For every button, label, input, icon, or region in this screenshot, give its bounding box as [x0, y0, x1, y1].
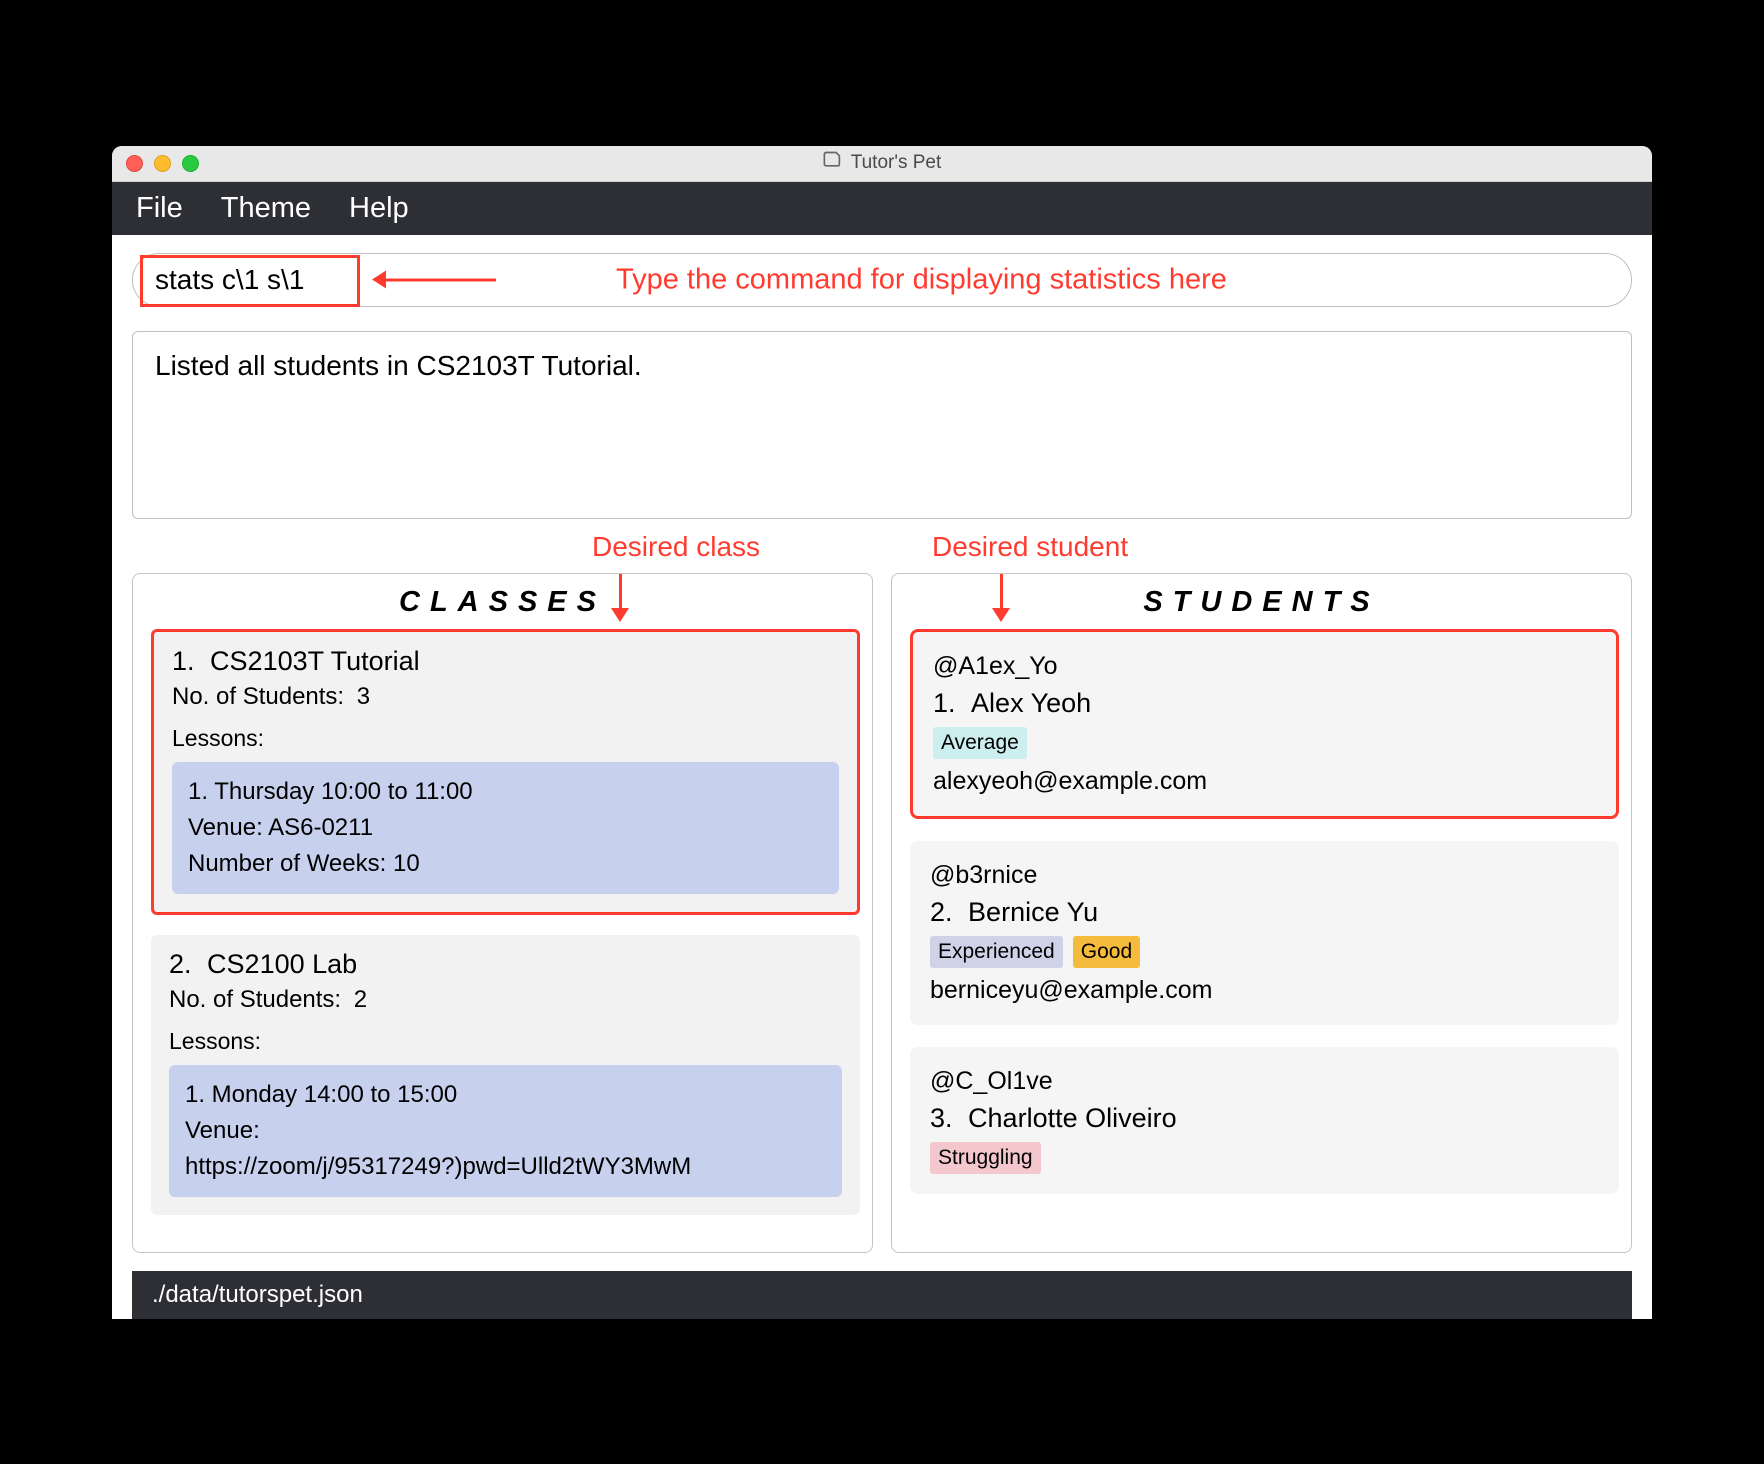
statusbar: ./data/tutorspet.json	[132, 1271, 1632, 1319]
tag-average: Average	[933, 727, 1027, 759]
window-title: Tutor's Pet	[823, 150, 942, 176]
menu-file[interactable]: File	[136, 192, 183, 225]
student-tags: Average	[933, 727, 1596, 759]
lesson-card: 1. Thursday 10:00 to 11:00 Venue: AS6-02…	[172, 762, 839, 894]
lesson-time: 1. Monday 14:00 to 15:00	[185, 1077, 826, 1113]
app-window: Tutor's Pet File Theme Help Type the com…	[112, 146, 1652, 1319]
student-name: 2. Bernice Yu	[930, 893, 1599, 932]
minimize-icon[interactable]	[154, 155, 171, 172]
lessons-label: Lessons:	[169, 1028, 842, 1055]
menubar: File Theme Help	[112, 182, 1652, 235]
student-name: 3. Charlotte Oliveiro	[930, 1099, 1599, 1138]
student-card[interactable]: @C_Ol1ve 3. Charlotte Oliveiro Strugglin…	[910, 1047, 1619, 1195]
zoom-icon[interactable]	[182, 155, 199, 172]
class-card[interactable]: 2. CS2100 Lab No. of Students: 2 Lessons…	[151, 935, 860, 1215]
command-row: Type the command for displaying statisti…	[132, 253, 1632, 307]
class-card[interactable]: 1. CS2103T Tutorial No. of Students: 3 L…	[151, 629, 860, 915]
command-input[interactable]	[132, 253, 1632, 307]
student-email: berniceyu@example.com	[930, 972, 1599, 1008]
annotation-row: Desired class Desired student	[132, 531, 1632, 571]
class-student-count: No. of Students: 3	[172, 683, 839, 711]
student-tags: Experienced Good	[930, 936, 1599, 968]
student-handle: @C_Ol1ve	[930, 1063, 1599, 1099]
class-title: 2. CS2100 Lab	[169, 949, 842, 980]
student-handle: @A1ex_Yo	[933, 648, 1596, 684]
class-title: 1. CS2103T Tutorial	[172, 646, 839, 677]
students-heading: STUDENTS	[892, 574, 1631, 629]
students-list[interactable]: @A1ex_Yo 1. Alex Yeoh Average alexyeoh@e…	[892, 629, 1631, 1252]
student-handle: @b3rnice	[930, 857, 1599, 893]
lesson-time: 1. Thursday 10:00 to 11:00	[188, 774, 823, 810]
student-email: alexyeoh@example.com	[933, 763, 1596, 799]
result-display: Listed all students in CS2103T Tutorial.	[132, 331, 1632, 519]
student-card[interactable]: @A1ex_Yo 1. Alex Yeoh Average alexyeoh@e…	[910, 629, 1619, 819]
tag-experienced: Experienced	[930, 936, 1063, 968]
titlebar: Tutor's Pet	[112, 146, 1652, 182]
statusbar-text: ./data/tutorspet.json	[152, 1281, 363, 1308]
tag-struggling: Struggling	[930, 1142, 1041, 1174]
lesson-weeks: Number of Weeks: 10	[188, 846, 823, 882]
annotation-desired-class: Desired class	[592, 531, 760, 563]
tag-good: Good	[1073, 936, 1140, 968]
columns: CLASSES 1. CS2103T Tutorial No. of Stude…	[132, 573, 1632, 1253]
students-panel: STUDENTS @A1ex_Yo 1. Alex Yeoh Average a…	[891, 573, 1632, 1253]
lessons-label: Lessons:	[172, 725, 839, 752]
lesson-card: 1. Monday 14:00 to 15:00 Venue: https://…	[169, 1065, 842, 1197]
classes-panel: CLASSES 1. CS2103T Tutorial No. of Stude…	[132, 573, 873, 1253]
student-name: 1. Alex Yeoh	[933, 684, 1596, 723]
traffic-lights	[126, 155, 199, 172]
classes-list[interactable]: 1. CS2103T Tutorial No. of Students: 3 L…	[133, 629, 872, 1252]
lesson-venue: Venue: AS6-0211	[188, 810, 823, 846]
classes-heading: CLASSES	[133, 574, 872, 629]
app-icon	[823, 150, 843, 176]
result-text: Listed all students in CS2103T Tutorial.	[155, 350, 642, 381]
content-area: Type the command for displaying statisti…	[112, 235, 1652, 1319]
menu-help[interactable]: Help	[349, 192, 409, 225]
close-icon[interactable]	[126, 155, 143, 172]
window-title-text: Tutor's Pet	[851, 152, 942, 174]
class-student-count: No. of Students: 2	[169, 986, 842, 1014]
menu-theme[interactable]: Theme	[221, 192, 311, 225]
student-tags: Struggling	[930, 1142, 1599, 1174]
student-card[interactable]: @b3rnice 2. Bernice Yu Experienced Good …	[910, 841, 1619, 1025]
annotation-desired-student: Desired student	[932, 531, 1128, 563]
lesson-venue: Venue: https://zoom/j/95317249?)pwd=Ulld…	[185, 1113, 826, 1185]
